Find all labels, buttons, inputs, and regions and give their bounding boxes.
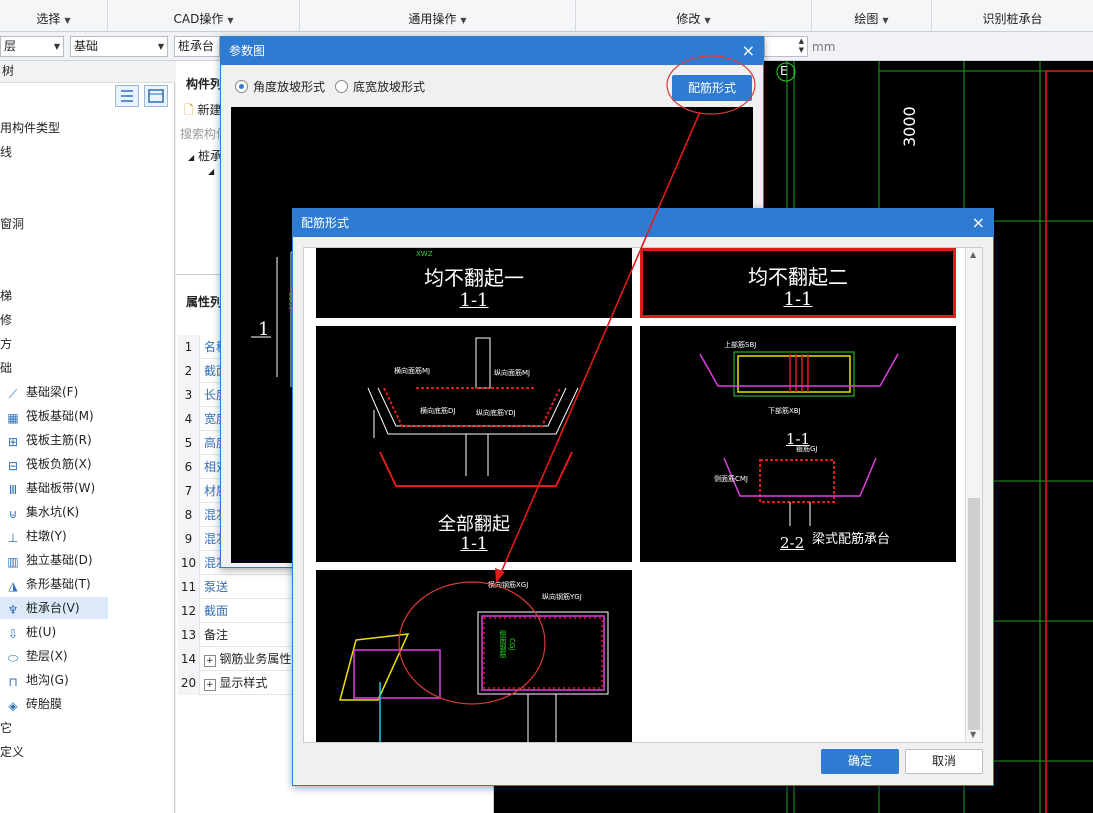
side-rebar-drawing xyxy=(339,611,609,742)
rebar-option-side-rebar[interactable]: 横向钢筋XGJ 纵向钢筋YGJ 侧面钢筋 CGJ xyxy=(316,570,632,742)
scroll-down-icon[interactable]: ▼ xyxy=(970,730,976,739)
rebar-option-beam-style[interactable]: 上部筋SBJ 下部筋XBJ 侧面筋CMJ 箍筋GJ 1-1 2-2 梁式配筋承台 xyxy=(640,326,956,562)
gallery-scrollbar[interactable]: ▲ ▼ xyxy=(965,248,982,742)
rebar-option-all-raised[interactable]: 横向面筋MJ 纵向面筋MJ 横向底筋DJ 纵向底筋YDJ 全部翻起 1-1 xyxy=(316,326,632,562)
rebar-option-none-raised-1[interactable]: XWZ 均不翻起一 1-1 xyxy=(316,248,632,318)
tag-label: XWZ xyxy=(416,250,433,258)
scroll-up-icon[interactable]: ▲ xyxy=(970,250,976,259)
cancel-button[interactable]: 取消 xyxy=(905,749,983,774)
rebar-form-gallery: XWZ 均不翻起一 1-1 均不翻起二 1-1 横向面筋MJ 纵向面筋MJ 横向… xyxy=(303,247,983,743)
scrollbar-thumb[interactable] xyxy=(968,498,980,730)
ok-button[interactable]: 确定 xyxy=(821,749,899,774)
close-icon[interactable]: × xyxy=(972,209,985,237)
rebar-dialog-title: 配筋形式 × xyxy=(293,209,993,237)
rebar-option-none-raised-2[interactable]: 均不翻起二 1-1 xyxy=(640,248,956,318)
rebar-form-dialog: 配筋形式 × XWZ 均不翻起一 1-1 均不翻起二 1-1 横向面筋MJ 纵向… xyxy=(292,208,994,786)
